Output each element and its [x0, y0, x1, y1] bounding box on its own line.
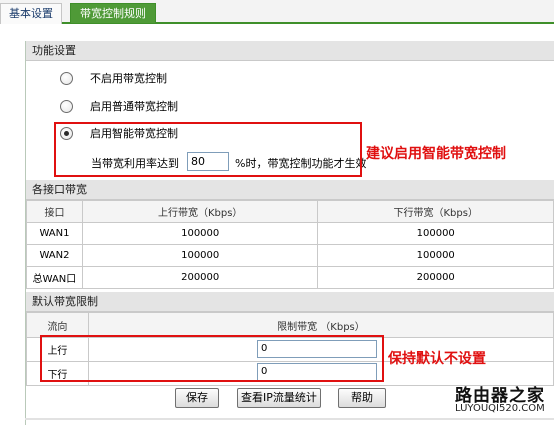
default-limit-header: 默认带宽限制 — [26, 292, 554, 312]
tab-basic-settings[interactable]: 基本设置 — [0, 3, 62, 24]
table-row: WAN2 100000 100000 — [26, 244, 554, 267]
column-header: 流向 — [26, 312, 89, 338]
column-header: 限制带宽 （Kbps） — [87, 312, 554, 338]
interface-bandwidth-table: 接口 上行带宽（Kbps） 下行带宽（Kbps） WAN1 100000 100… — [26, 200, 554, 289]
interface-name: WAN1 — [26, 222, 83, 245]
feature-settings-header: 功能设置 — [26, 41, 554, 61]
radio-disable[interactable] — [60, 72, 73, 85]
downlink-value: 100000 — [317, 244, 554, 267]
uplink-value: 200000 — [81, 266, 319, 289]
interface-name: 总WAN口 — [26, 266, 83, 289]
option-label: 不启用带宽控制 — [90, 72, 167, 85]
column-header: 下行带宽（Kbps） — [317, 200, 554, 223]
interface-name: WAN2 — [26, 244, 83, 267]
uplink-value: 100000 — [81, 222, 319, 245]
downlink-value: 100000 — [317, 222, 554, 245]
radio-normal[interactable] — [60, 100, 73, 113]
help-button[interactable]: 帮助 — [338, 388, 386, 408]
bottom-divider — [25, 418, 554, 420]
table-header-row: 流向 限制带宽 （Kbps） — [26, 312, 554, 338]
table-row: WAN1 100000 100000 — [26, 222, 554, 245]
tab-bandwidth-rules[interactable]: 带宽控制规则 — [70, 3, 156, 24]
option-label: 启用普通带宽控制 — [90, 100, 178, 113]
annotation-note-smart: 建议启用智能带宽控制 — [366, 146, 506, 162]
annotation-note-default: 保持默认不设置 — [388, 351, 486, 367]
column-header: 上行带宽（Kbps） — [81, 200, 319, 223]
annotation-box-smart — [54, 122, 362, 177]
tab-bar: 基本设置 带宽控制规则 — [0, 0, 554, 24]
ip-traffic-stats-button[interactable]: 查看IP流量统计 — [237, 388, 321, 408]
column-header: 接口 — [26, 200, 83, 223]
table-header-row: 接口 上行带宽（Kbps） 下行带宽（Kbps） — [26, 200, 554, 223]
save-button[interactable]: 保存 — [175, 388, 219, 408]
table-row: 总WAN口 200000 200000 — [26, 266, 554, 289]
downlink-value: 200000 — [317, 266, 554, 289]
interface-bandwidth-header: 各接口带宽 — [26, 180, 554, 200]
watermark-url: LUYOUQI520.COM — [455, 403, 545, 414]
annotation-box-default — [40, 335, 384, 382]
uplink-value: 100000 — [81, 244, 319, 267]
